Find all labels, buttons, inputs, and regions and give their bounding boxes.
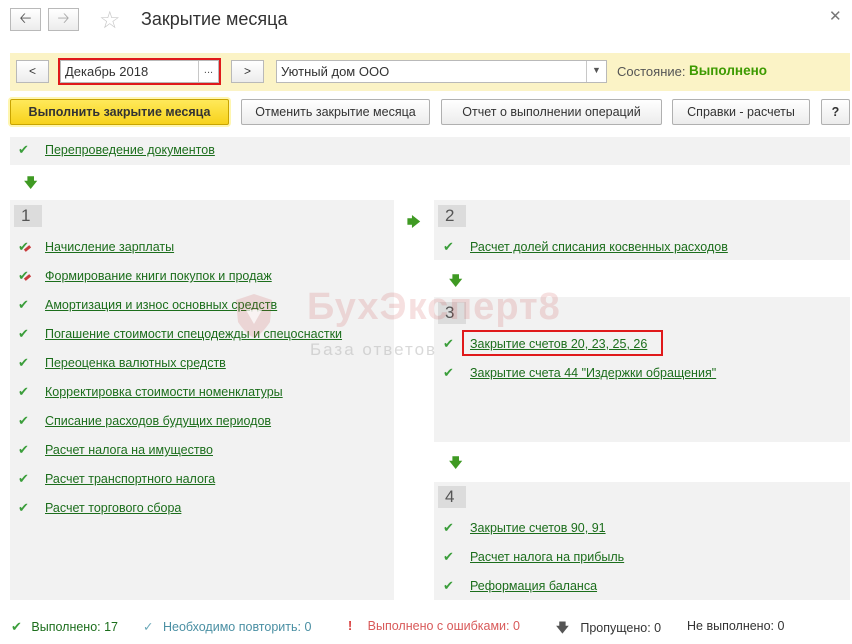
step-1-number: 1	[14, 205, 42, 227]
check-icon: ✔	[18, 297, 29, 312]
operation-link[interactable]: Списание расходов будущих периодов	[45, 414, 271, 428]
operation-link[interactable]: Закрытие счета 44 "Издержки обращения"	[470, 366, 716, 380]
chevron-down-icon[interactable]: ▼	[586, 61, 606, 82]
check-icon: ✔	[18, 500, 29, 515]
operation-link[interactable]: Закрытие счетов 90, 91	[470, 521, 606, 535]
check-icon: ✔	[11, 619, 22, 634]
next-period-button[interactable]: >	[231, 60, 264, 83]
status-repeat-text: Необходимо повторить: 0	[162, 620, 312, 634]
arrow-down-icon: 🡇	[24, 175, 38, 190]
status-errors: ! Выполнено с ошибками: 0	[348, 619, 520, 633]
operation-link[interactable]: Закрытие счетов 20, 23, 25, 26	[470, 337, 647, 351]
organization-select[interactable]: Уютный дом ООО ▼	[276, 60, 607, 83]
list-item: ✔ Формирование книги покупок и продаж	[18, 268, 388, 288]
list-item: ✔ Корректировка стоимости номенклатуры	[18, 384, 388, 404]
watermark-subtitle: База ответов	[310, 340, 438, 359]
check-marked-icon: ✔	[18, 239, 32, 255]
check-icon: ✔	[443, 549, 454, 564]
check-icon: ✔	[18, 413, 29, 428]
help-button[interactable]: ?	[821, 99, 850, 125]
status-errors-text: Выполнено с ошибками: 0	[367, 619, 520, 633]
operation-link[interactable]: Расчет налога на прибыль	[470, 550, 624, 564]
status-done-text: Выполнено: 17	[31, 620, 119, 634]
list-item: ✔ Закрытие счетов 20, 23, 25, 26	[443, 336, 843, 356]
favorite-star-icon[interactable]: ☆	[99, 6, 121, 35]
check-icon: ✔	[18, 355, 29, 370]
list-item: ✔ Реформация баланса	[443, 578, 843, 598]
list-item: ✔ Закрытие счетов 90, 91	[443, 520, 843, 540]
close-icon[interactable]: ✕	[829, 7, 842, 25]
check-outline-icon: ✓	[143, 620, 154, 634]
list-item-reposting: ✔ Перепроведение документов	[18, 142, 418, 162]
calculations-button[interactable]: Справки - расчеты	[672, 99, 810, 125]
check-marked-icon: ✔	[18, 268, 32, 284]
operations-report-button[interactable]: Отчет о выполнении операций	[441, 99, 662, 125]
prev-period-button[interactable]: <	[16, 60, 49, 83]
status-not-done: Не выполнено: 0	[687, 619, 784, 633]
check-icon: ✔	[18, 442, 29, 457]
forward-button[interactable]: 🡢	[48, 8, 79, 31]
operation-link[interactable]: Погашение стоимости спецодежды и спецосн…	[45, 327, 342, 341]
check-icon: ✔	[18, 384, 29, 399]
operation-link[interactable]: Расчет транспортного налога	[45, 472, 215, 486]
check-icon: ✔	[443, 520, 454, 535]
arrow-right-icon: 🡢	[57, 10, 70, 27]
arrow-down-icon: 🡇	[449, 455, 463, 470]
status-skipped: 🡇 Пропущено: 0	[556, 619, 661, 640]
operation-link[interactable]: Расчет торгового сбора	[45, 501, 181, 515]
status-repeat: ✓ Необходимо повторить: 0	[143, 619, 311, 634]
watermark-logo	[236, 294, 272, 338]
list-item: ✔ Расчет налога на прибыль	[443, 549, 843, 569]
state-value: Выполнено	[689, 63, 767, 78]
list-item: ✔ Списание расходов будущих периодов	[18, 413, 388, 433]
operation-link[interactable]: Расчет долей списания косвенных расходов	[470, 240, 728, 254]
cancel-close-month-button[interactable]: Отменить закрытие месяца	[241, 99, 430, 125]
list-item: ✔ Расчет торгового сбора	[18, 500, 388, 520]
operation-link[interactable]: Начисление зарплаты	[45, 240, 174, 254]
list-item: ✔ Расчет транспортного налога	[18, 471, 388, 491]
check-icon: ✔	[443, 365, 454, 380]
operation-link[interactable]: Формирование книги покупок и продаж	[45, 269, 272, 283]
month-picker-button[interactable]: ...	[198, 61, 218, 82]
operation-link[interactable]: Переоценка валютных средств	[45, 356, 226, 370]
check-icon: ✔	[18, 471, 29, 486]
check-icon: ✔	[18, 326, 29, 341]
status-not-done-text: Не выполнено: 0	[687, 619, 785, 633]
watermark-title: БухЭксперт8	[307, 286, 561, 328]
month-value: Декабрь 2018	[65, 64, 149, 79]
list-item: ✔ Закрытие счета 44 "Издержки обращения"	[443, 365, 843, 385]
arrow-down-skip-icon: 🡇	[556, 621, 569, 635]
step-2-number: 2	[438, 205, 466, 227]
exclamation-icon: !	[348, 619, 353, 633]
list-item: ✔ Начисление зарплаты	[18, 239, 388, 259]
operation-link[interactable]: Расчет налога на имущество	[45, 443, 213, 457]
arrow-right-icon: 🡆	[407, 214, 421, 229]
back-button[interactable]: 🡠	[10, 8, 41, 31]
check-icon: ✔	[443, 239, 454, 254]
list-item: ✔ Расчет налога на имущество	[18, 442, 388, 462]
run-close-month-button[interactable]: Выполнить закрытие месяца	[10, 99, 229, 125]
status-skipped-text: Пропущено: 0	[580, 621, 662, 635]
arrow-left-icon: 🡠	[19, 10, 32, 27]
month-field[interactable]: Декабрь 2018 ...	[58, 58, 221, 85]
operation-link[interactable]: Реформация баланса	[470, 579, 597, 593]
list-item: ✔ Расчет долей списания косвенных расход…	[443, 239, 843, 259]
state-label: Состояние:	[617, 64, 686, 79]
window-title: Закрытие месяца	[141, 9, 288, 29]
operation-link[interactable]: Перепроведение документов	[45, 143, 215, 157]
check-icon: ✔	[443, 578, 454, 593]
check-icon: ✔	[443, 336, 454, 351]
operation-link[interactable]: Корректировка стоимости номенклатуры	[45, 385, 283, 399]
step-4-number: 4	[438, 486, 466, 508]
organization-value: Уютный дом ООО	[281, 64, 390, 79]
status-done: ✔ Выполнено: 17	[11, 619, 118, 635]
check-icon: ✔	[18, 142, 29, 157]
